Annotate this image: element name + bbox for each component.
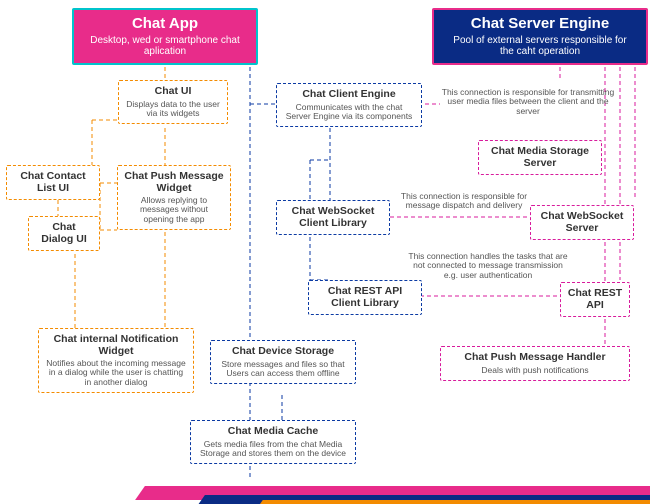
box-media-cache: Chat Media Cache Gets media files from t… xyxy=(190,420,356,464)
box-title: Chat UI xyxy=(125,86,221,98)
box-title: Chat Media Cache xyxy=(197,426,349,438)
box-title: Chat REST API xyxy=(567,288,623,311)
box-sub: Notifies about the incoming message in a… xyxy=(45,359,187,387)
box-contact-list: Chat Contact List UI xyxy=(6,165,100,200)
box-push-handler: Chat Push Message Handler Deals with pus… xyxy=(440,346,630,381)
box-title: Chat REST API Client Library xyxy=(315,286,415,309)
box-title: Chat WebSocket Server xyxy=(537,211,627,234)
box-sub: Displays data to the user via its widget… xyxy=(125,100,221,119)
box-title: Chat Push Message Widget xyxy=(124,171,224,194)
header-chat-app: Chat App Desktop, wed or smartphone chat… xyxy=(72,8,258,65)
box-internal-notif: Chat internal Notification Widget Notifi… xyxy=(38,328,194,393)
box-rest-api: Chat REST API xyxy=(560,282,630,317)
box-client-engine: Chat Client Engine Communicates with the… xyxy=(276,83,422,127)
box-title: Chat WebSocket Client Library xyxy=(283,206,383,229)
box-rest-client: Chat REST API Client Library xyxy=(308,280,422,315)
box-chat-ui: Chat UI Displays data to the user via it… xyxy=(118,80,228,124)
box-title: Chat Push Message Handler xyxy=(447,352,623,364)
header-sub: Desktop, wed or smartphone chat aplicati… xyxy=(88,35,242,57)
box-device-storage: Chat Device Storage Store messages and f… xyxy=(210,340,356,384)
box-title: Chat internal Notification Widget xyxy=(45,334,187,357)
box-ws-server: Chat WebSocket Server xyxy=(530,205,634,240)
header-title: Chat App xyxy=(88,16,242,33)
note-ws-conn: This connection is responsible for messa… xyxy=(398,192,530,211)
note-media-conn: This connection is responsible for trans… xyxy=(440,88,616,116)
box-ws-client: Chat WebSocket Client Library xyxy=(276,200,390,235)
box-title: Chat Contact List UI xyxy=(13,171,93,194)
header-title: Chat Server Engine xyxy=(448,16,632,33)
header-sub: Pool of external servers responsible for… xyxy=(448,35,632,57)
box-title: Chat Device Storage xyxy=(217,346,349,358)
box-sub: Gets media files from the chat Media Sto… xyxy=(197,440,349,459)
box-title: Chat Client Engine xyxy=(283,89,415,101)
box-dialog-ui: Chat Dialog UI xyxy=(28,216,100,251)
box-sub: Deals with push notifications xyxy=(447,366,623,375)
box-sub: Allows replying to messages without open… xyxy=(124,196,224,224)
footer-ribbon xyxy=(257,500,650,504)
box-push-widget: Chat Push Message Widget Allows replying… xyxy=(117,165,231,230)
box-sub: Store messages and files so that Users c… xyxy=(217,360,349,379)
diagram-stage: Chat App Desktop, wed or smartphone chat… xyxy=(0,0,650,504)
box-title: Chat Media Storage Server xyxy=(485,146,595,169)
box-media-storage: Chat Media Storage Server xyxy=(478,140,602,175)
box-title: Chat Dialog UI xyxy=(35,222,93,245)
note-rest-conn: This connection handles the tasks that a… xyxy=(408,252,568,280)
header-chat-server: Chat Server Engine Pool of external serv… xyxy=(432,8,648,65)
box-sub: Communicates with the chat Server Engine… xyxy=(283,103,415,122)
